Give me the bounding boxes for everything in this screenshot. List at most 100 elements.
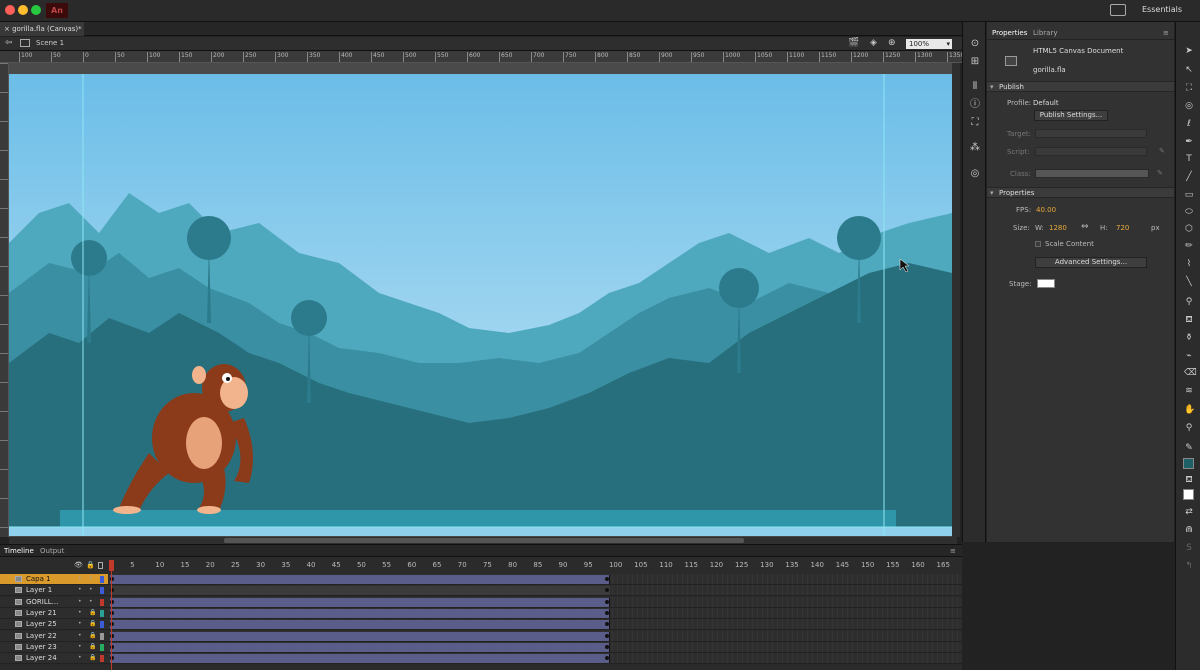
layer-visibility-toggle[interactable]: •: [78, 654, 82, 661]
fill-color-swatch[interactable]: [1183, 489, 1194, 500]
layer-frames[interactable]: [108, 607, 962, 619]
layer-header[interactable]: Layer 24 • 🔒: [0, 653, 108, 665]
horizontal-scroll-thumb[interactable]: [224, 538, 744, 543]
horizontal-scrollbar[interactable]: [9, 537, 957, 544]
class-field[interactable]: [1035, 169, 1149, 178]
layer-lock-toggle[interactable]: 🔒: [89, 609, 96, 616]
keyframe[interactable]: [605, 599, 609, 604]
align-icon[interactable]: ⫴: [970, 82, 980, 92]
publish-settings-button[interactable]: Publish Settings...: [1034, 110, 1108, 121]
layer-row[interactable]: Layer 22 • 🔒: [0, 630, 962, 642]
clapper-icon[interactable]: 🎬: [848, 38, 859, 48]
layer-name[interactable]: Layer 22: [26, 632, 57, 640]
properties-section-header[interactable]: Properties: [987, 187, 1174, 198]
brush-tool-icon[interactable]: ⌇: [1184, 259, 1194, 269]
vertical-scrollbar[interactable]: [952, 63, 960, 537]
wrench-icon[interactable]: ✎: [1159, 147, 1165, 155]
zoom-window-button[interactable]: [31, 5, 41, 15]
layer-outline-color[interactable]: [100, 655, 104, 663]
layer-lock-toggle[interactable]: •: [89, 586, 93, 593]
frame-span[interactable]: [110, 642, 610, 652]
layer-row[interactable]: Layer 23 • 🔒: [0, 641, 962, 653]
back-arrow-icon[interactable]: ⇦: [5, 38, 13, 48]
hand-tool-icon[interactable]: ✋: [1184, 405, 1195, 415]
rectangle-tool-icon[interactable]: ▭: [1184, 190, 1194, 200]
stage-color-swatch[interactable]: [1037, 279, 1055, 288]
swap-colors-icon[interactable]: ⇄: [1184, 507, 1194, 517]
width-tool-icon[interactable]: ≋: [1184, 386, 1194, 396]
ink-bottle-tool-icon[interactable]: ⚱: [1184, 333, 1194, 343]
3d-rotation-tool-icon[interactable]: ◎: [1184, 101, 1194, 111]
keyframe[interactable]: [605, 644, 609, 649]
components-icon[interactable]: ⁂: [970, 143, 980, 153]
layer-row[interactable]: Layer 21 • 🔒: [0, 607, 962, 619]
timeline-menu-icon[interactable]: ≡: [950, 547, 956, 555]
lasso-tool-icon[interactable]: ℓ: [1184, 119, 1194, 129]
layer-header[interactable]: Layer 22 • 🔒: [0, 630, 108, 642]
scale-content-checkbox[interactable]: [1035, 241, 1041, 247]
selection-tool-icon[interactable]: ➤: [1184, 46, 1194, 56]
text-tool-icon[interactable]: T: [1184, 154, 1194, 164]
smooth-icon[interactable]: S: [1184, 543, 1194, 553]
advanced-settings-button[interactable]: Advanced Settings...: [1035, 257, 1147, 268]
layer-visibility-toggle[interactable]: •: [78, 575, 82, 582]
playhead-handle[interactable]: [109, 560, 114, 571]
symbol-icon[interactable]: ◈: [870, 38, 877, 48]
outline-header-icon[interactable]: [98, 562, 103, 569]
oval-tool-icon[interactable]: ⬭: [1184, 207, 1194, 217]
layer-header[interactable]: Layer 1 • •: [0, 585, 108, 597]
pencil-tool-icon[interactable]: ✏: [1184, 241, 1194, 251]
straighten-icon[interactable]: ↰: [1184, 561, 1194, 571]
target-dropdown[interactable]: [1035, 129, 1147, 138]
script-dropdown[interactable]: [1035, 147, 1147, 156]
layer-frames[interactable]: [108, 653, 962, 665]
tab-properties[interactable]: Properties: [992, 29, 1027, 37]
layer-visibility-toggle[interactable]: •: [78, 586, 82, 593]
keyframe[interactable]: [605, 577, 609, 581]
playhead[interactable]: [109, 560, 114, 670]
stage-canvas[interactable]: [9, 63, 957, 537]
bone-tool-icon[interactable]: ⚲: [1184, 297, 1194, 307]
layer-lock-toggle[interactable]: 🔒: [89, 654, 96, 661]
height-value[interactable]: 720: [1116, 224, 1129, 232]
layer-name[interactable]: Layer 25: [26, 620, 57, 628]
frame-ruler[interactable]: 1510152025303540455055606570758085909510…: [108, 560, 962, 572]
layer-outline-color[interactable]: [100, 621, 104, 629]
layer-lock-toggle[interactable]: •: [89, 575, 93, 582]
layer-header[interactable]: Layer 23 • 🔒: [0, 641, 108, 653]
pencil-icon[interactable]: ✎: [1157, 169, 1163, 177]
layer-lock-toggle[interactable]: 🔒: [89, 620, 96, 627]
layer-name[interactable]: Layer 23: [26, 643, 57, 651]
zoom-select[interactable]: 100% ▾: [906, 39, 952, 49]
layer-row[interactable]: Capa 1 • •: [0, 574, 962, 585]
fill-color-icon[interactable]: ⛾: [1184, 475, 1194, 485]
layer-row[interactable]: Layer 1 • •: [0, 585, 962, 597]
keyframe[interactable]: [605, 633, 609, 638]
close-tab-icon[interactable]: ×: [4, 25, 12, 33]
layer-header[interactable]: Capa 1 • •: [0, 574, 108, 585]
stage-area[interactable]: [9, 63, 957, 537]
layer-lock-toggle[interactable]: 🔒: [89, 643, 96, 650]
frame-span[interactable]: [110, 620, 610, 630]
layer-visibility-toggle[interactable]: •: [78, 609, 82, 616]
tab-output[interactable]: Output: [40, 547, 64, 555]
layer-header[interactable]: GORILL... • •: [0, 596, 108, 608]
width-value[interactable]: 1280: [1049, 224, 1067, 232]
zoom-tool-icon[interactable]: ⚲: [1184, 423, 1194, 433]
publish-section-header[interactable]: Publish: [987, 81, 1174, 92]
layer-frames[interactable]: [108, 630, 962, 642]
layer-name[interactable]: Layer 1: [26, 586, 52, 594]
layer-frames[interactable]: [108, 641, 962, 653]
lock-header-icon[interactable]: 🔒: [86, 561, 95, 569]
frame-span[interactable]: [110, 575, 610, 584]
workspace-switcher[interactable]: Essentials: [1142, 5, 1182, 14]
layer-outline-color[interactable]: [100, 609, 104, 617]
layer-outline-color[interactable]: [100, 598, 104, 606]
layer-name[interactable]: Layer 24: [26, 654, 57, 662]
motion-presets-icon[interactable]: ◎: [970, 169, 980, 179]
layer-name[interactable]: Layer 21: [26, 609, 57, 617]
eyedropper-tool-icon[interactable]: ⌁: [1184, 351, 1194, 361]
panel-menu-icon[interactable]: ≡: [1163, 29, 1169, 37]
layer-lock-toggle[interactable]: •: [89, 598, 93, 605]
frame-span[interactable]: [110, 608, 610, 618]
